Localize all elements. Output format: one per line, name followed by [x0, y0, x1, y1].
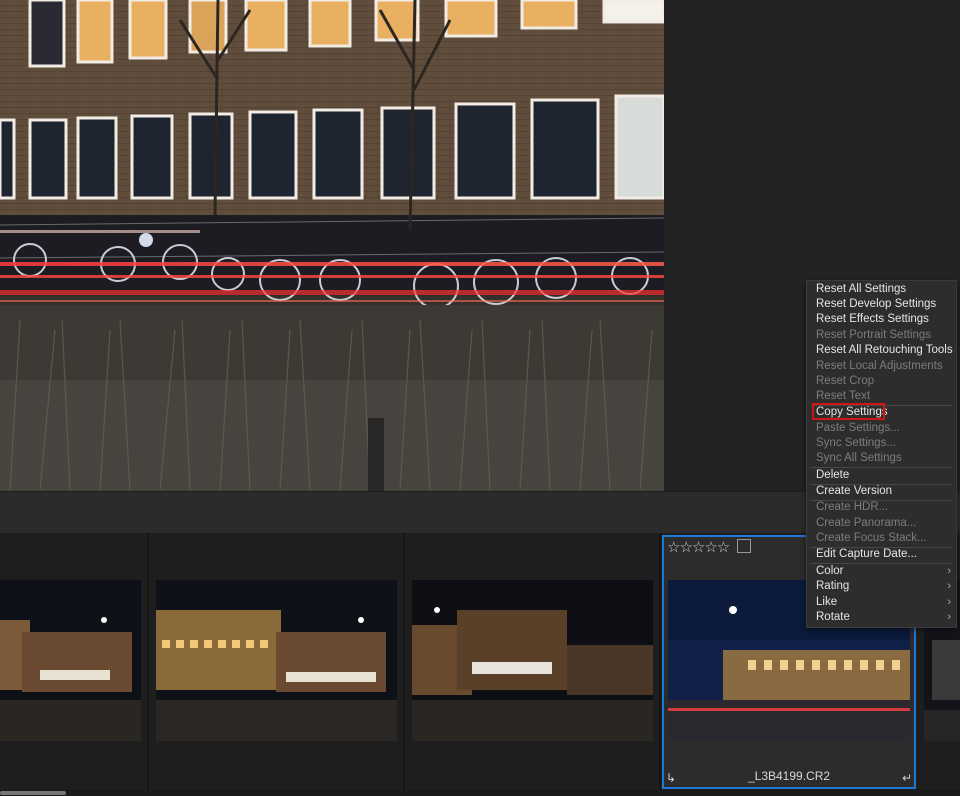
menu-item-rotate[interactable]: Rotate ›: [807, 610, 956, 625]
menu-item-create-version[interactable]: Create Version: [807, 484, 956, 499]
menu-item-create-hdr: Create HDR...: [807, 500, 956, 515]
filmstrip-scrollbar[interactable]: [0, 790, 960, 796]
filmstrip-thumbnail[interactable]: [0, 580, 141, 741]
rating-stars[interactable]: ☆☆☆☆☆: [667, 538, 730, 556]
menu-item-label: Edit Capture Date...: [816, 548, 917, 560]
select-checkbox[interactable]: [737, 539, 751, 553]
menu-item-label: Color: [816, 565, 844, 577]
menu-item-rating[interactable]: Rating ›: [807, 579, 956, 594]
menu-item-label: Create Focus Stack...: [816, 532, 927, 544]
menu-item-paste-settings: Paste Settings...: [807, 421, 956, 436]
copy-settings-highlight-box: [812, 403, 885, 420]
menu-item-label: Reset Crop: [816, 375, 875, 387]
context-menu: Reset All Settings Reset Develop Setting…: [806, 280, 957, 628]
menu-item-reset-local-adjustments: Reset Local Adjustments: [807, 359, 956, 374]
submenu-arrow-icon: ›: [947, 596, 951, 608]
menu-item-label: Rating: [816, 580, 850, 592]
menu-item-sync-all-settings: Sync All Settings: [807, 451, 956, 466]
filmstrip-divider: [403, 533, 405, 790]
submenu-arrow-icon: ›: [947, 611, 951, 623]
corner-left-icon: ↳: [666, 771, 677, 785]
filmstrip-thumbnail[interactable]: [156, 580, 397, 741]
menu-item-delete[interactable]: Delete: [807, 468, 956, 483]
menu-item-label: Rotate: [816, 611, 850, 623]
menu-item-label: Reset Local Adjustments: [816, 360, 943, 372]
menu-item-reset-crop: Reset Crop: [807, 374, 956, 389]
thumbnail-image: [412, 580, 653, 741]
menu-item-label: Create HDR...: [816, 501, 889, 513]
menu-item-label: Create Version: [816, 485, 893, 497]
menu-item-label: Reset All Retouching Tools: [816, 344, 953, 356]
menu-item-reset-develop-settings[interactable]: Reset Develop Settings: [807, 297, 956, 312]
menu-item-like[interactable]: Like ›: [807, 595, 956, 610]
menu-item-label: Reset Develop Settings: [816, 298, 937, 310]
menu-item-reset-portrait-settings: Reset Portrait Settings: [807, 328, 956, 343]
menu-item-label: Reset Text: [816, 390, 871, 402]
thumbnail-image: [156, 580, 397, 741]
menu-item-label: Reset All Settings: [816, 283, 907, 295]
menu-item-reset-all-retouching-tools[interactable]: Reset All Retouching Tools: [807, 343, 956, 358]
menu-item-label: Paste Settings...: [816, 422, 900, 434]
menu-item-color[interactable]: Color ›: [807, 564, 956, 579]
menu-item-label: Reset Effects Settings: [816, 313, 929, 325]
menu-item-label: Reset Portrait Settings: [816, 329, 932, 341]
filmstrip-divider: [147, 533, 149, 790]
street-night-photo: [0, 0, 664, 491]
main-image-preview[interactable]: [0, 0, 664, 491]
scrollbar-thumb[interactable]: [0, 791, 66, 795]
thumbnail-image: [0, 580, 141, 741]
menu-item-reset-all-settings[interactable]: Reset All Settings: [807, 282, 956, 297]
menu-item-label: Sync All Settings: [816, 452, 902, 464]
menu-item-reset-text: Reset Text: [807, 389, 956, 404]
corner-right-icon: ↵: [901, 771, 912, 785]
selected-filename: _L3B4199.CR2: [747, 769, 831, 783]
filmstrip-divider: [659, 533, 661, 790]
menu-item-label: Like: [816, 596, 838, 608]
menu-item-label: Delete: [816, 469, 850, 481]
menu-item-reset-effects-settings[interactable]: Reset Effects Settings: [807, 312, 956, 327]
submenu-arrow-icon: ›: [947, 580, 951, 592]
menu-item-label: Create Panorama...: [816, 517, 917, 529]
submenu-arrow-icon: ›: [947, 565, 951, 577]
menu-item-edit-capture-date[interactable]: Edit Capture Date...: [807, 547, 956, 562]
filmstrip-thumbnail[interactable]: [412, 580, 653, 741]
menu-item-label: Sync Settings...: [816, 437, 896, 449]
menu-item-create-focus-stack: Create Focus Stack...: [807, 531, 956, 546]
menu-item-sync-settings: Sync Settings...: [807, 436, 956, 451]
menu-item-create-panorama: Create Panorama...: [807, 516, 956, 531]
